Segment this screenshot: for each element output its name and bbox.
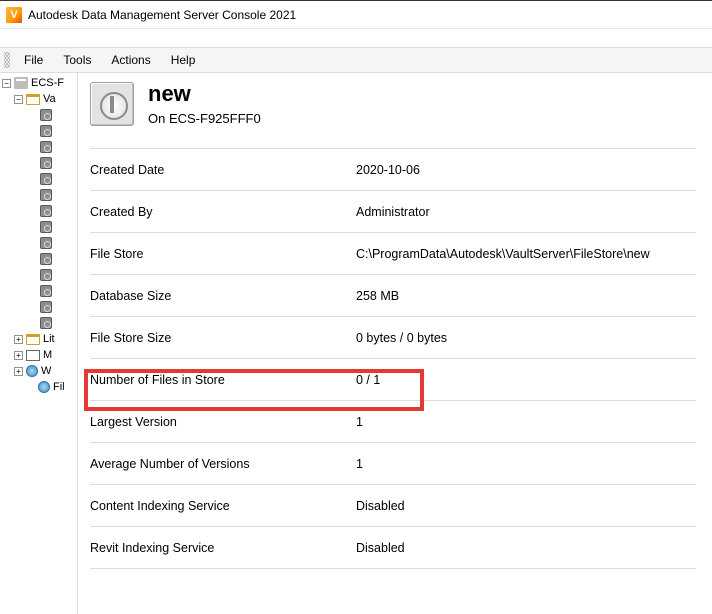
vault-icon: [40, 317, 52, 329]
tree-panel[interactable]: − ECS-F − Va + Lit + M: [0, 73, 78, 614]
tree-node-management[interactable]: M: [43, 349, 52, 361]
row-file-store-size: File Store Size 0 bytes / 0 bytes: [90, 316, 696, 358]
label-file-store: File Store: [90, 247, 356, 261]
label-largest-version: Largest Version: [90, 415, 356, 429]
vault-icon: [40, 109, 52, 121]
content-panel: new On ECS-F925FFF0 Created Date 2020-10…: [78, 73, 712, 614]
tree-node-server[interactable]: ECS-F: [31, 77, 64, 89]
vault-icon: [40, 205, 52, 217]
label-num-files: Number of Files in Store: [90, 373, 356, 387]
tree-node-vaults[interactable]: Va: [43, 93, 56, 105]
folder-icon: [26, 334, 40, 345]
menu-help[interactable]: Help: [161, 49, 206, 71]
globe-icon: [26, 365, 38, 377]
window-title: Autodesk Data Management Server Console …: [28, 8, 296, 22]
management-icon: [26, 350, 40, 361]
label-revit-indexing: Revit Indexing Service: [90, 541, 356, 555]
row-created-by: Created By Administrator: [90, 190, 696, 232]
value-created-date: 2020-10-06: [356, 163, 696, 177]
label-database-size: Database Size: [90, 289, 356, 303]
label-file-store-size: File Store Size: [90, 331, 356, 345]
label-created-date: Created Date: [90, 163, 356, 177]
expander-minus-icon[interactable]: −: [14, 95, 23, 104]
vault-title: new: [148, 81, 261, 107]
vault-large-icon: [90, 82, 134, 126]
vault-icon: [40, 269, 52, 281]
toolbar-spacer: [0, 29, 712, 47]
value-created-by: Administrator: [356, 205, 696, 219]
server-icon: [14, 77, 28, 89]
value-num-files: 0 / 1: [356, 373, 696, 387]
menu-file[interactable]: File: [14, 49, 53, 71]
value-revit-indexing: Disabled: [356, 541, 696, 555]
tree-node-filestores[interactable]: Fil: [53, 381, 65, 393]
value-avg-versions: 1: [356, 457, 696, 471]
vault-subtitle: On ECS-F925FFF0: [148, 111, 261, 126]
row-database-size: Database Size 258 MB: [90, 274, 696, 316]
vault-icon: [40, 237, 52, 249]
label-content-indexing: Content Indexing Service: [90, 499, 356, 513]
expander-plus-icon[interactable]: +: [14, 335, 23, 344]
vault-icon: [40, 285, 52, 297]
body-area: − ECS-F − Va + Lit + M: [0, 73, 712, 614]
value-file-store: C:\ProgramData\Autodesk\VaultServer\File…: [356, 247, 696, 261]
vault-icon: [40, 173, 52, 185]
tree-node-libraries[interactable]: Lit: [43, 333, 55, 345]
label-avg-versions: Average Number of Versions: [90, 457, 356, 471]
globe-icon: [38, 381, 50, 393]
row-revit-indexing: Revit Indexing Service Disabled: [90, 526, 696, 569]
vault-icon: [40, 301, 52, 313]
menu-grip[interactable]: [4, 52, 10, 68]
expander-minus-icon[interactable]: −: [2, 79, 11, 88]
menu-tools[interactable]: Tools: [53, 49, 101, 71]
vault-header: new On ECS-F925FFF0: [90, 73, 696, 148]
expander-plus-icon[interactable]: +: [14, 351, 23, 360]
menubar: File Tools Actions Help: [0, 47, 712, 73]
expander-plus-icon[interactable]: +: [14, 367, 23, 376]
titlebar: V Autodesk Data Management Server Consol…: [0, 1, 712, 29]
vault-icon: [40, 157, 52, 169]
row-largest-version: Largest Version 1: [90, 400, 696, 442]
folder-icon: [26, 94, 40, 105]
row-avg-versions: Average Number of Versions 1: [90, 442, 696, 484]
vault-icon: [40, 141, 52, 153]
row-file-store: File Store C:\ProgramData\Autodesk\Vault…: [90, 232, 696, 274]
app-icon: V: [6, 7, 22, 23]
row-num-files: Number of Files in Store 0 / 1: [90, 358, 696, 400]
vault-icon: [40, 125, 52, 137]
vault-icon: [40, 253, 52, 265]
value-largest-version: 1: [356, 415, 696, 429]
vault-icon: [40, 221, 52, 233]
row-created-date: Created Date 2020-10-06: [90, 148, 696, 190]
value-file-store-size: 0 bytes / 0 bytes: [356, 331, 696, 345]
label-created-by: Created By: [90, 205, 356, 219]
tree-node-workgroups[interactable]: W: [41, 365, 51, 377]
value-database-size: 258 MB: [356, 289, 696, 303]
value-content-indexing: Disabled: [356, 499, 696, 513]
menu-actions[interactable]: Actions: [101, 49, 160, 71]
vault-icon: [40, 189, 52, 201]
row-content-indexing: Content Indexing Service Disabled: [90, 484, 696, 526]
